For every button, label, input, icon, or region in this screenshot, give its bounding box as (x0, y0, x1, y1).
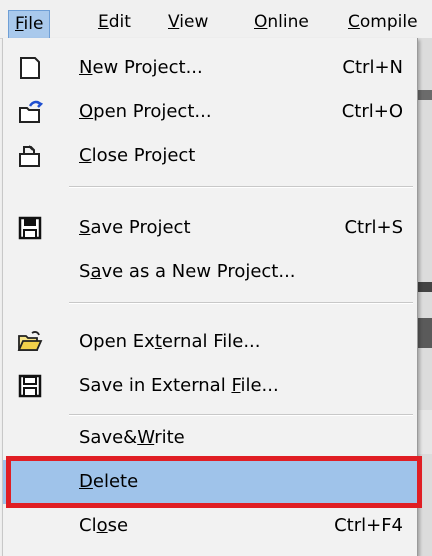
menu-item-shortcut: Ctrl+N (342, 57, 403, 78)
open-project-icon (19, 100, 43, 123)
menu-separator (69, 302, 413, 304)
menu-online[interactable]: Online (248, 8, 315, 36)
menu-view[interactable]: View (162, 8, 214, 36)
menu-item-close-project[interactable]: Close Project (3, 134, 417, 178)
menu-item-label: Save in External File... (79, 375, 279, 396)
menu-edit-rest: dit (108, 12, 131, 32)
menu-compile-rest: ompile (359, 12, 418, 32)
menu-online-mnemonic: O (254, 12, 268, 32)
menu-item-label: Save&Write (79, 427, 185, 448)
menu-item-new-project[interactable]: New Project... Ctrl+N (3, 46, 417, 90)
menu-item-shortcut: Ctrl+S (344, 217, 403, 238)
menu-item-label: Close Project (79, 145, 196, 166)
menu-file[interactable]: File (8, 10, 51, 39)
menu-item-label: Close (79, 515, 129, 536)
menu-bar: File Edit View Online Compile (0, 0, 432, 39)
menu-item-label: Save as a New Project... (79, 261, 296, 282)
menu-item-open-project[interactable]: Open Project... Ctrl+O (3, 90, 417, 134)
menu-edit[interactable]: Edit (92, 8, 137, 36)
menu-item-label: Open Project... (79, 101, 212, 122)
menu-item-open-external-file[interactable]: Open External File... (3, 320, 417, 364)
open-external-file-icon (17, 331, 43, 351)
menu-view-rest: iew (179, 12, 209, 32)
menu-edit-mnemonic: E (98, 12, 109, 32)
menu-item-label: Save Project (79, 217, 191, 238)
menu-item-save-as-new-project[interactable]: Save as a New Project... (3, 250, 417, 294)
menu-item-save-write[interactable]: Save&Write (3, 416, 417, 460)
save-project-icon (18, 216, 42, 240)
menu-item-label: Open External File... (79, 331, 261, 352)
menu-item-shortcut: Ctrl+F4 (334, 515, 403, 536)
menu-separator (69, 186, 413, 188)
menu-compile[interactable]: Compile (342, 8, 424, 36)
menu-compile-mnemonic: C (348, 12, 360, 32)
menu-file-mnemonic: F (15, 14, 24, 34)
menu-item-save-external-file[interactable]: Save in External File... (3, 364, 417, 408)
menu-item-shortcut: Ctrl+O (341, 101, 403, 122)
save-external-file-icon (18, 374, 42, 398)
annotation-highlight-frame (6, 456, 422, 508)
close-project-icon (19, 145, 40, 167)
menu-item-close[interactable]: Close Ctrl+F4 (3, 504, 417, 548)
menu-item-save-project[interactable]: Save Project Ctrl+S (3, 206, 417, 250)
menu-file-rest: ile (23, 14, 44, 34)
menu-online-rest: nline (267, 12, 309, 32)
menu-view-mnemonic: V (168, 12, 180, 32)
menu-item-label: New Project... (79, 57, 203, 78)
new-project-icon (20, 57, 40, 79)
